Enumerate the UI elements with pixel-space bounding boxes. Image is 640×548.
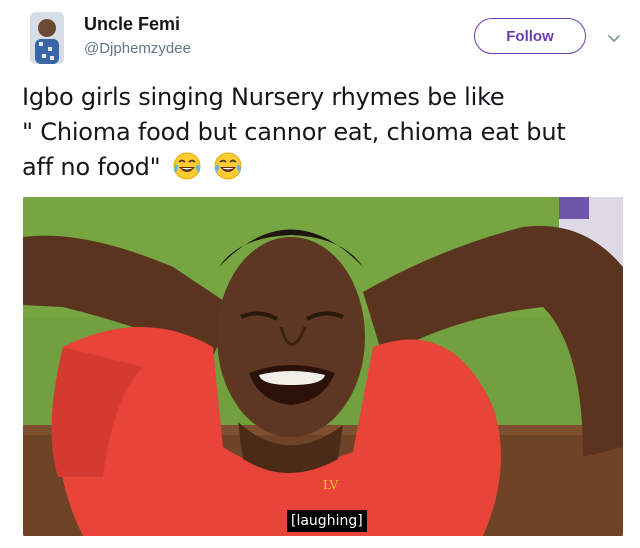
tweet-text: Igbo girls singing Nursery rhymes be lik… [22, 80, 626, 185]
tweet-text-line: " Chioma food but cannor eat, chioma eat… [22, 118, 566, 146]
tweet-header: Uncle Femi @Djphemzydee Follow [28, 8, 620, 68]
author-name[interactable]: Uncle Femi [84, 14, 191, 34]
tweet-text-line: aff no food" [22, 153, 161, 181]
tweet-text-line: Igbo girls singing Nursery rhymes be lik… [22, 83, 505, 111]
tweet-card: Uncle Femi @Djphemzydee Follow Igbo girl… [0, 0, 640, 548]
svg-text:LV: LV [323, 478, 339, 492]
laughing-tears-emoji-icon [173, 152, 201, 180]
video-subtitle: [laughing] [287, 510, 367, 532]
author-handle[interactable]: @Djphemzydee [84, 40, 191, 58]
chevron-down-icon[interactable] [604, 28, 624, 48]
author-block[interactable]: Uncle Femi @Djphemzydee [84, 14, 191, 58]
avatar[interactable] [30, 12, 64, 64]
tweet-media-image[interactable]: LV [laughing] [23, 197, 623, 536]
laughing-tears-emoji-icon [214, 152, 242, 180]
man-laughing-photo: LV [23, 197, 623, 536]
tweet-text-line-last: aff no food" [22, 150, 626, 185]
follow-button[interactable]: Follow [474, 18, 586, 54]
